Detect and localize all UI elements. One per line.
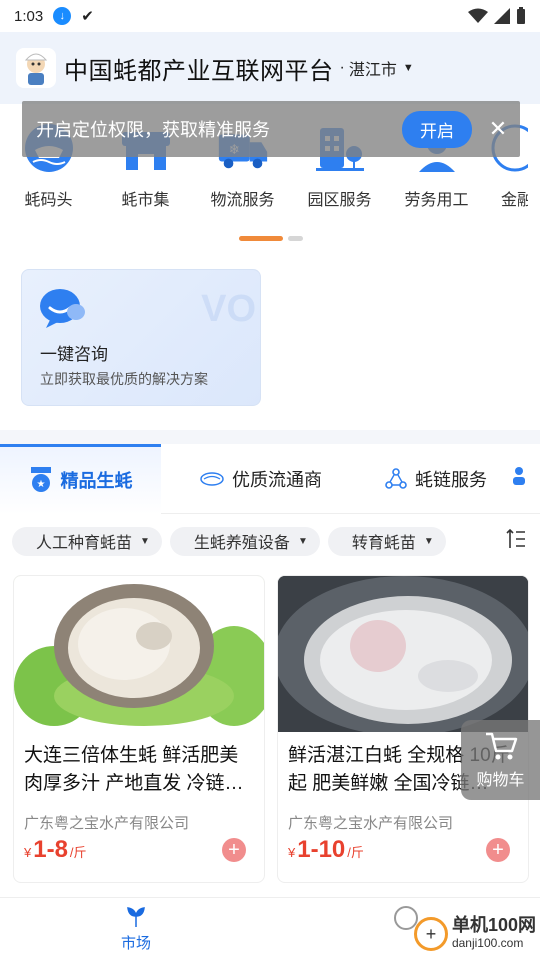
location-permission-banner: 开启定位权限，获取精准服务 开启 ✕ xyxy=(22,101,520,157)
filter-chip[interactable]: 生蚝养殖设备 ▼ xyxy=(169,526,320,556)
product-company: 广东粤之宝水产有限公司 xyxy=(288,815,454,832)
city-separator: · xyxy=(339,59,345,76)
sort-icon[interactable] xyxy=(506,528,526,555)
category-label: 园区服务 xyxy=(307,192,372,209)
cart-icon xyxy=(484,731,518,766)
status-bar: 1:03 ↓ ✔ xyxy=(0,0,540,32)
status-time: 1:03 xyxy=(14,7,44,25)
product-image xyxy=(14,576,264,732)
tab-label: 优质流通商 xyxy=(232,469,322,490)
product-name: 大连三倍体生蚝 鲜活肥美肉厚多汁 产地直发 冷链… xyxy=(24,745,244,794)
category-label: 金融 xyxy=(501,192,528,209)
tab-distributors[interactable]: 优质流通商 xyxy=(161,444,361,514)
done-icon: ✔ xyxy=(81,8,94,25)
product-company: 广东粤之宝水产有限公司 xyxy=(24,815,190,832)
caret-down-icon: ▼ xyxy=(402,62,414,74)
status-icons xyxy=(468,7,526,25)
filter-chip[interactable]: 转育蚝苗 ▼ xyxy=(327,526,446,556)
nav-market-label: 市场 xyxy=(120,935,151,952)
city-name: 湛江市 xyxy=(348,62,397,79)
product-price: ¥ 1-8 /斤 xyxy=(24,836,87,864)
app-header: 中国蚝都产业互联网平台 · 湛江市 ▼ xyxy=(0,32,540,104)
battery-icon xyxy=(517,7,525,24)
product-price: ¥ 1-10 /斤 xyxy=(288,836,364,864)
watermark: + 单机100网 danji100.com xyxy=(413,916,536,952)
product-image xyxy=(278,576,528,732)
category-label: 劳务用工 xyxy=(404,192,469,209)
people-icon xyxy=(511,466,527,491)
category-label: 物流服务 xyxy=(210,192,275,209)
category-pager xyxy=(239,236,303,241)
filter-label: 转育蚝苗 xyxy=(351,535,416,552)
pager-dot xyxy=(288,236,303,241)
close-icon[interactable]: ✕ xyxy=(488,116,508,142)
chat-bubble-icon xyxy=(38,286,86,335)
caret-down-icon: ▼ xyxy=(423,535,434,547)
wifi-icon xyxy=(468,8,488,23)
filter-label: 人工种育蚝苗 xyxy=(36,535,133,552)
product-card[interactable]: 大连三倍体生蚝 鲜活肥美肉厚多汁 产地直发 冷链… 广东粤之宝水产有限公司 ¥ … xyxy=(13,575,265,883)
filter-label: 生蚝养殖设备 xyxy=(193,535,290,552)
section-divider xyxy=(0,430,540,444)
nav-market[interactable]: 市场 xyxy=(110,906,162,953)
watermark-text: 单机100网 danji100.com xyxy=(452,916,536,952)
enable-location-button[interactable]: 开启 xyxy=(402,110,472,148)
consult-decoration: VO xyxy=(201,288,256,330)
consult-card[interactable]: VO 一键咨询 立即获取最优质的解决方案 xyxy=(21,269,261,406)
watermark-main: 单机100网 xyxy=(451,915,536,935)
caret-down-icon: ▼ xyxy=(297,535,308,547)
tab-premium-oysters[interactable]: ★ 精品生蚝 xyxy=(0,443,161,514)
price-unit: /斤 xyxy=(347,845,364,860)
watermark-logo-icon: + xyxy=(413,917,448,951)
consult-subtitle: 立即获取最优质的解决方案 xyxy=(40,371,208,387)
bottom-nav: 市场 + 单机100网 danji100.com xyxy=(0,897,540,960)
watermark-sub: danji100.com xyxy=(451,936,524,950)
filter-row: 人工种育蚝苗 ▼ 生蚝养殖设备 ▼ 转育蚝苗 ▼ xyxy=(0,526,540,556)
category-label: 蚝市集 xyxy=(121,192,170,209)
medal-icon: ★ xyxy=(29,467,53,493)
oyster-icon xyxy=(200,471,224,486)
caret-down-icon: ▼ xyxy=(140,535,150,547)
product-tabs: ★ 精品生蚝 优质流通商 蚝链服务 xyxy=(0,443,540,514)
filter-chip[interactable]: 人工种育蚝苗 ▼ xyxy=(12,526,162,556)
signal-icon xyxy=(494,8,510,24)
pager-dot-active xyxy=(239,236,283,241)
city-selector[interactable]: · 湛江市 ▼ xyxy=(340,56,414,80)
tab-label: 蚝链服务 xyxy=(415,469,487,490)
floating-cart-button[interactable]: 购物车 xyxy=(461,720,540,800)
cart-label: 购物车 xyxy=(476,771,525,789)
add-to-cart-icon[interactable]: + xyxy=(222,838,246,862)
svg-text:★: ★ xyxy=(36,479,45,490)
sprout-icon xyxy=(125,906,147,932)
consult-title: 一键咨询 xyxy=(40,345,108,364)
price-value: 1-10 xyxy=(297,836,346,863)
tab-label: 精品生蚝 xyxy=(60,471,133,491)
app-logo xyxy=(16,48,56,88)
add-to-cart-icon[interactable]: + xyxy=(486,838,510,862)
price-value: 1-8 xyxy=(33,836,68,863)
price-unit: /斤 xyxy=(69,845,87,860)
tab-more[interactable] xyxy=(511,444,540,514)
network-icon xyxy=(385,467,407,490)
app-title: 中国蚝都产业互联网平台 xyxy=(64,57,334,85)
price-currency: ¥ xyxy=(24,845,32,860)
tab-chain-services[interactable]: 蚝链服务 xyxy=(361,444,511,514)
price-currency: ¥ xyxy=(288,845,296,860)
category-label: 蚝码头 xyxy=(24,192,73,209)
location-banner-text: 开启定位权限，获取精准服务 xyxy=(36,120,270,140)
download-icon: ↓ xyxy=(53,7,72,25)
